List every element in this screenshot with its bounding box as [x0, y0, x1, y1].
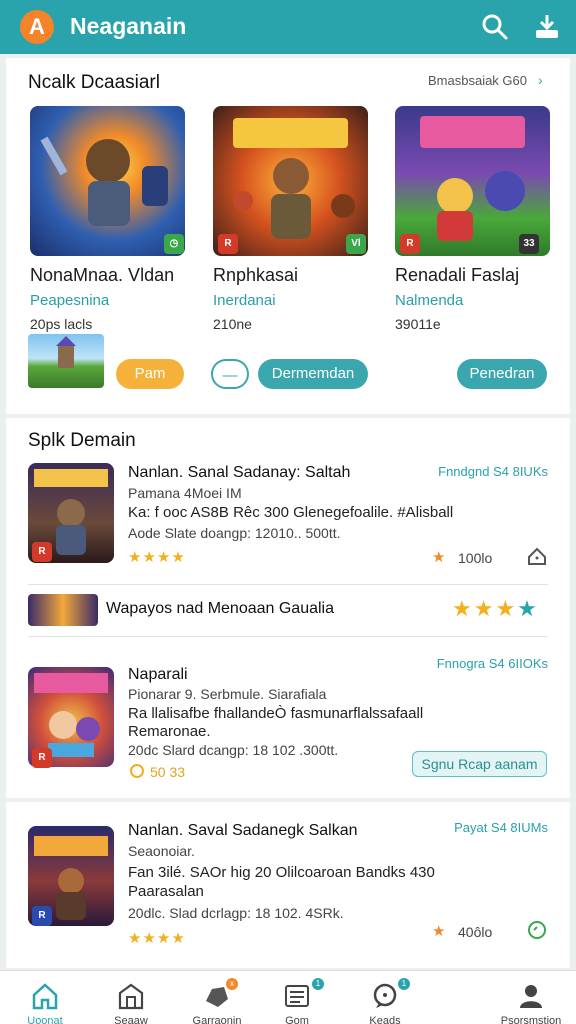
download-button-2[interactable]: Dermemdan	[258, 359, 368, 389]
nav-list[interactable]: 1 Gom	[252, 971, 342, 1024]
chat-icon	[373, 983, 397, 1008]
app-header: A Neaganain	[0, 0, 576, 54]
list-item-rating-stars-1: ★★★★	[128, 549, 186, 566]
nav-profile-label: Psorsmstion	[500, 1015, 562, 1024]
more-button[interactable]: —	[211, 359, 249, 389]
banner-stars: ★★★★	[452, 596, 539, 621]
list-item-desc-2b: Remaronae.	[128, 723, 211, 740]
nav-list-label: Gom	[285, 1015, 309, 1024]
bottom-nav: Uoonat Seaaw x Garraonin 1 Gom 1 Keads P…	[0, 970, 576, 1024]
see-all-link[interactable]: Bmasbsaiak G60	[428, 73, 527, 88]
card-badge-2: Vl	[346, 234, 366, 254]
game-card-name-1[interactable]: NonaMnaa. Vldan	[30, 265, 174, 286]
list-item-price-1: Fnndgnd S4 8IUKs	[438, 464, 548, 479]
play-button-label: Pam	[134, 365, 166, 382]
featured-title: Ncalk Dcaasiarl	[28, 72, 160, 93]
home-icon	[32, 983, 58, 1010]
game-card-subtitle-2: Inerdanai	[213, 292, 276, 309]
share-icon[interactable]	[526, 545, 548, 572]
list-icon	[285, 985, 309, 1007]
coin-icon	[130, 764, 144, 778]
featured-section: Ncalk Dcaasiarl Bmasbsaiak G60 › ◷ NonaM…	[6, 58, 570, 414]
nav-profile[interactable]: Psorsmstion	[486, 971, 576, 1024]
list-item-desc-2: Ra llalisafbe fhallandeÒ fasmunarflalssa…	[128, 705, 424, 722]
split-section: Splk Demain R Nanlan. Sanal Sadanay: Sal…	[6, 418, 570, 798]
card-badge-3a: R	[400, 234, 420, 254]
game-card-meta-3: 39011e	[395, 316, 441, 332]
nav-chat[interactable]: 1 Keads	[340, 971, 430, 1024]
nav-chat-badge: 1	[398, 978, 410, 990]
list-item-title-3[interactable]: Nanlan. Saval Sadanegk Salkan	[128, 822, 358, 840]
list-item-developer-2: Pionarar 9. Serbmule. Siarafiala	[128, 686, 327, 702]
card-badge-3: 33	[519, 234, 539, 254]
nav-home-label: Uoonat	[27, 1015, 63, 1024]
app-logo[interactable]: A	[20, 10, 54, 44]
profile-icon	[520, 985, 542, 1008]
app-title: Neaganain	[70, 13, 187, 39]
star-icon: ★	[432, 549, 446, 566]
list-item-price-2: Fnnogra S4 6IIOKs	[436, 656, 548, 671]
divider	[28, 584, 548, 585]
nav-store-label: Seaaw	[114, 1015, 148, 1024]
chevron-right-icon[interactable]: ›	[538, 72, 543, 88]
list-item-badge-3: R	[32, 906, 52, 926]
list-item-meta-2: 20dc Slard dcangp: 18 102 .300tt.	[128, 742, 339, 758]
download-button-3[interactable]: Penedran	[457, 359, 547, 389]
list-item-desc-1: Ka: f ooc AS8B Rêc 300 Glenegefoalile. #…	[128, 504, 454, 521]
download-icon[interactable]	[532, 12, 562, 42]
star-icon: ★	[432, 923, 446, 940]
list-item-title-1[interactable]: Nanlan. Sanal Sadanay: Saltah	[128, 464, 350, 482]
store-icon	[118, 983, 144, 1010]
list-item-meta-1: Aode Slate doangp: 12010.. 500tt.	[128, 525, 341, 541]
list-item-badge-2: R	[32, 748, 52, 768]
list-section-3: R Nanlan. Saval Sadanegk Salkan Payat S4…	[6, 802, 570, 968]
game-card-image-2[interactable]	[213, 106, 368, 256]
nav-chat-label: Keads	[369, 1015, 401, 1024]
card-badge-2a: R	[218, 234, 238, 254]
list-item-price-3: Payat S4 8IUMs	[454, 820, 548, 835]
game-card-subtitle-3: Nalmenda	[395, 292, 464, 309]
nav-store[interactable]: Seaaw	[86, 971, 176, 1024]
banner-thumb[interactable]	[28, 594, 98, 626]
game-card-meta-2: 210ne	[213, 316, 252, 332]
banner-title[interactable]: Wapayos nad Menoaan Gaualia	[106, 600, 334, 618]
comment-icon[interactable]	[526, 919, 548, 946]
game-card-subtitle-1: Peapesnina	[30, 292, 110, 309]
game-card-image-1[interactable]	[30, 106, 185, 256]
list-item-developer-3: Seaonoiar.	[128, 843, 195, 859]
list-item-developer-1: Pamana 4Moei IM	[128, 485, 242, 501]
nav-list-badge: 1	[312, 978, 324, 990]
list-item-rating-3: 40ôlo	[458, 924, 493, 940]
list-item-coins-2: 50 33	[150, 764, 186, 780]
list-item-desc-3: Fan 3ilé. SAOr hig 20 Olilcoaroan Bandks…	[128, 864, 435, 881]
list-item-badge-1: R	[32, 542, 52, 562]
list-item-desc-3b: Paarasalan	[128, 883, 204, 900]
play-button[interactable]: Pam	[116, 359, 184, 389]
landscape-thumbnail[interactable]	[28, 334, 104, 388]
search-icon[interactable]	[480, 12, 510, 42]
game-card-meta-1: 20ps lacls	[30, 316, 93, 332]
list-item-meta-3: 20dlc. Slad dcrlagp: 18 102. 4SRk.	[128, 905, 344, 921]
list-item-rating-stars-3: ★★★★	[128, 930, 186, 947]
divider	[28, 636, 548, 637]
nav-games-label: Garraonin	[192, 1015, 242, 1024]
list-item-rating-1: 100lo	[458, 550, 493, 566]
game-card-name-2[interactable]: Rnphkasai	[213, 265, 298, 286]
list-item-title-2[interactable]: Naparali	[128, 666, 188, 684]
nav-home[interactable]: Uoonat	[0, 971, 90, 1024]
sign-up-button[interactable]: Sgnu Rcap aanam	[412, 751, 547, 777]
nav-games-badge: x	[226, 978, 238, 990]
nav-games[interactable]: x Garraonin	[172, 971, 262, 1024]
split-section-title: Splk Demain	[28, 430, 136, 451]
card-badge-1: ◷	[164, 234, 184, 254]
game-card-name-3[interactable]: Renadali Faslaj	[395, 265, 519, 286]
